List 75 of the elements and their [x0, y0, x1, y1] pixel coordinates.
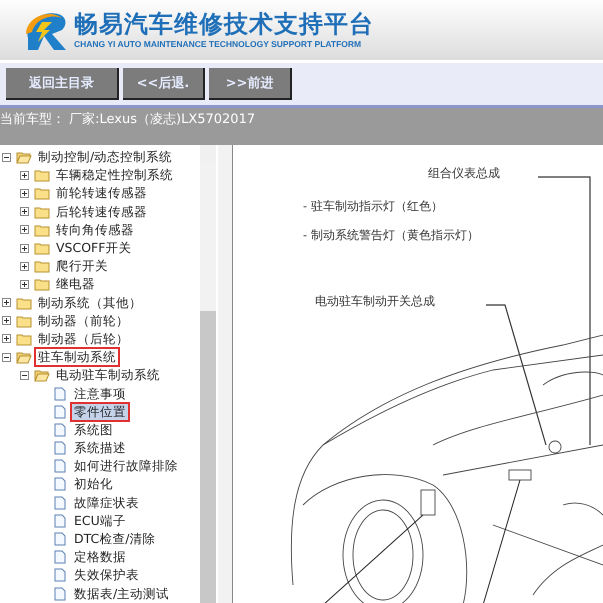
expand-toggle[interactable]	[20, 262, 29, 271]
tree-item[interactable]: 数据表/主动测试	[70, 584, 174, 603]
document-icon	[52, 514, 68, 528]
tree-item[interactable]: 制动器（前轮）	[34, 310, 133, 331]
document-icon	[52, 386, 68, 401]
site-title: 畅易汽车维修技术支持平台	[74, 10, 374, 38]
tree-item[interactable]: DTC检查/清除	[70, 529, 160, 550]
nav-button[interactable]: 返回主目录	[6, 68, 119, 100]
tree-item[interactable]: 故障症状表	[70, 492, 143, 513]
document-icon	[52, 532, 68, 546]
tree-item[interactable]: 系统图	[70, 420, 117, 440]
collapse-toggle[interactable]	[2, 352, 11, 362]
nav-button[interactable]: <<后退.	[123, 68, 205, 100]
current-vehicle-text: 当前车型： 厂家:Lexus（凌志)LX5702017	[0, 108, 603, 145]
tree-item[interactable]: 注意事项	[70, 384, 130, 404]
tree-item[interactable]: 制动器（后轮）	[34, 328, 133, 349]
collapse-toggle[interactable]	[20, 370, 29, 380]
diagram-label: - 驻车制动指示灯（红色）	[303, 198, 443, 215]
site-subtitle: CHANG YI AUTO MAINTENANCE TECHNOLOGY SUPPORT PLATFORM	[74, 38, 362, 50]
tree-item[interactable]: 如何进行故障排除	[70, 456, 182, 476]
tree-item[interactable]: VSCOFF开关	[52, 238, 136, 258]
expand-toggle[interactable]	[2, 316, 11, 326]
expand-toggle[interactable]	[20, 280, 29, 289]
tree-item[interactable]: 定格数据	[70, 547, 130, 568]
scrollbar[interactable]	[200, 145, 216, 603]
folder-icon	[16, 296, 32, 310]
tree-item[interactable]: 制动系统（其他）	[34, 292, 146, 313]
collapse-toggle[interactable]	[2, 152, 11, 162]
folder-icon	[34, 222, 50, 237]
expand-toggle[interactable]	[20, 170, 29, 180]
expand-toggle[interactable]	[20, 207, 29, 216]
tree-item[interactable]: ECU端子	[70, 510, 130, 531]
tree-item[interactable]: 零件位置	[70, 402, 130, 422]
tree-item[interactable]: 后轮转速传感器	[52, 202, 151, 222]
pane-splitter[interactable]	[218, 145, 233, 603]
document-icon	[52, 422, 68, 437]
expand-toggle[interactable]	[2, 298, 11, 308]
tree-item[interactable]: 爬行开关	[52, 256, 112, 276]
tree-item[interactable]: 转向角传感器	[52, 220, 138, 240]
tree-item[interactable]: 前轮转速传感器	[52, 183, 151, 204]
tree-item[interactable]: 初始化	[70, 474, 117, 494]
folder-icon	[34, 168, 50, 182]
folder-icon	[34, 204, 50, 219]
tree-item[interactable]: 电动驻车制动系统	[52, 365, 164, 386]
folder-icon	[16, 314, 32, 328]
scroll-thumb[interactable]	[200, 161, 216, 311]
document-icon	[52, 496, 68, 510]
folder-icon	[34, 241, 50, 256]
folder-icon	[16, 150, 32, 164]
tree-item[interactable]: 驻车制动系统	[34, 347, 120, 368]
expand-toggle[interactable]	[2, 334, 11, 344]
document-icon	[52, 404, 68, 419]
document-icon	[52, 568, 68, 582]
document-icon	[52, 459, 68, 474]
expand-toggle[interactable]	[20, 225, 29, 234]
folder-icon	[34, 186, 50, 200]
document-icon	[52, 550, 68, 564]
diagram-label: - 制动系统警告灯（黄色指示灯）	[303, 227, 479, 244]
document-icon	[52, 477, 68, 492]
nav-button[interactable]: >>前进	[209, 68, 292, 100]
tree-item[interactable]: 系统描述	[70, 438, 130, 458]
folder-icon	[16, 332, 32, 346]
tree-item[interactable]: 车辆稳定性控制系统	[52, 165, 177, 186]
folder-icon	[34, 259, 50, 274]
tree-item[interactable]: 继电器	[52, 274, 99, 294]
tree-item[interactable]: 制动控制/动态控制系统	[34, 147, 176, 168]
tree-item[interactable]: 失效保护表	[70, 565, 143, 586]
folder-icon	[34, 368, 50, 382]
expand-toggle[interactable]	[20, 244, 29, 253]
folder-icon	[34, 277, 50, 292]
folder-icon	[16, 350, 32, 364]
diagram-label: 组合仪表总成	[428, 165, 500, 182]
expand-toggle[interactable]	[20, 188, 29, 198]
document-icon	[52, 441, 68, 456]
diagram-label: 电动驻车制动开关总成	[315, 293, 435, 310]
